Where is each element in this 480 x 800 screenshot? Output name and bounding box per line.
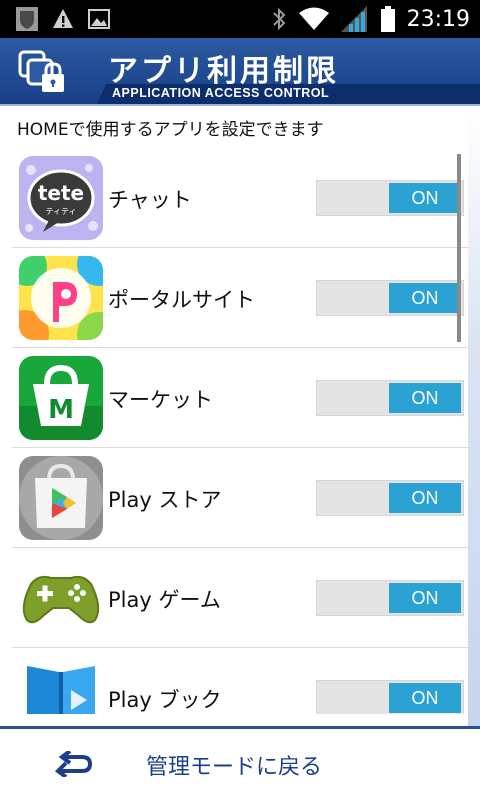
app-label: マーケット <box>108 388 213 412</box>
shield-notification-icon <box>16 7 38 31</box>
toggle-switch[interactable]: ON <box>316 280 464 316</box>
list-scrollbar[interactable] <box>457 154 461 342</box>
image-icon <box>88 9 110 29</box>
toggle-switch[interactable]: ON <box>316 480 464 516</box>
wifi-icon <box>298 7 329 30</box>
tete-chat-icon: tete ティティ <box>19 156 103 240</box>
back-to-admin-label: 管理モードに戻る <box>146 755 323 780</box>
toggle-on-label: ON <box>389 383 461 413</box>
list-item[interactable]: M マーケット ON <box>12 348 468 448</box>
market-letter: M <box>48 395 74 425</box>
return-arrow-icon <box>54 751 93 777</box>
description-text: HOMEで使用するアプリを設定できます <box>17 120 324 140</box>
toggle-switch[interactable]: ON <box>316 180 464 216</box>
left-frame <box>0 106 12 726</box>
warning-icon <box>53 9 73 28</box>
play-books-icon <box>19 656 103 714</box>
tete-logo-text: tete <box>38 181 84 205</box>
list-item[interactable]: Play ブック ON <box>12 648 468 714</box>
clock: 23:19 <box>406 6 470 32</box>
market-bag-icon: M <box>19 356 103 440</box>
app-label: Play ゲーム <box>108 588 221 612</box>
list-item[interactable]: Play ゲーム ON <box>12 548 468 648</box>
app-label: Play ストア <box>108 488 222 512</box>
list-item[interactable]: tete ティティ チャット ON <box>12 148 468 248</box>
app-header: アプリ利用制限 APPLICATION ACCESS CONTROL <box>0 38 480 106</box>
app-label: Play ブック <box>108 688 222 712</box>
app-label: ポータルサイト <box>108 288 255 312</box>
page-subtitle: APPLICATION ACCESS CONTROL <box>112 86 330 100</box>
app-lock-icon <box>18 50 64 92</box>
list-item[interactable]: ポータルサイト ON <box>12 248 468 348</box>
portal-p-icon <box>19 256 103 340</box>
toggle-on-label: ON <box>389 183 461 213</box>
toggle-on-label: ON <box>389 683 461 713</box>
toggle-on-label: ON <box>389 283 461 313</box>
signal-icon <box>340 6 367 32</box>
app-label: チャット <box>108 188 192 212</box>
play-games-icon <box>19 556 103 640</box>
battery-icon <box>380 6 395 32</box>
app-list[interactable]: tete ティティ チャット ON ポータルサイト ON M マーケット ON … <box>12 148 468 714</box>
toggle-switch[interactable]: ON <box>316 580 464 616</box>
bluetooth-icon <box>272 7 286 31</box>
status-bar: 23:19 <box>0 0 480 38</box>
footer-back-button[interactable]: 管理モードに戻る <box>0 726 480 800</box>
toggle-switch[interactable]: ON <box>316 680 464 714</box>
toggle-on-label: ON <box>389 483 461 513</box>
header-divider <box>0 104 480 106</box>
play-store-icon <box>19 456 103 540</box>
tete-kana-text: ティティ <box>45 207 76 216</box>
right-frame <box>468 106 480 726</box>
list-item[interactable]: Play ストア ON <box>12 448 468 548</box>
toggle-on-label: ON <box>389 583 461 613</box>
toggle-switch[interactable]: ON <box>316 380 464 416</box>
